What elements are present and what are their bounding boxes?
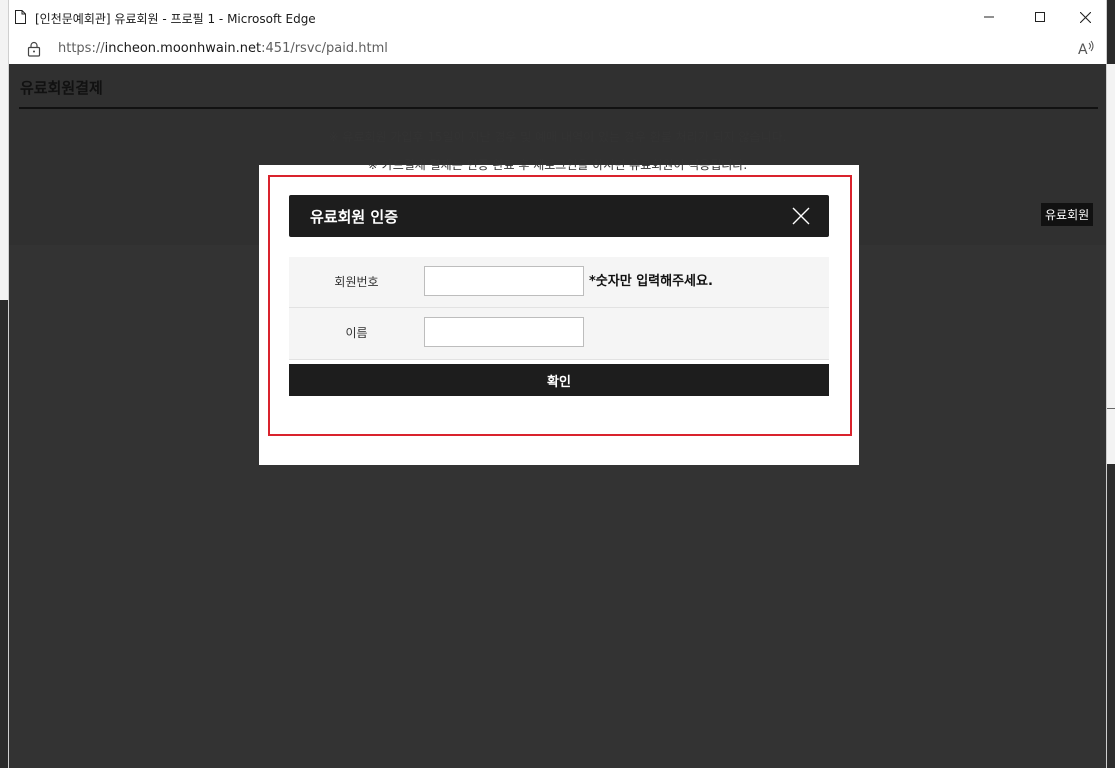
svg-text:A: A xyxy=(1078,42,1088,56)
minimize-button[interactable] xyxy=(966,0,1012,34)
url-host: incheon.moonhwain.net xyxy=(104,41,262,56)
window-title: [인천문예회관] 유료회원 - 프로필 1 - Microsoft Edge xyxy=(35,12,316,26)
close-icon xyxy=(1079,11,1091,23)
refund-notice: ※ 유료회원 가입후 15일이 지난 경우 및 예매 내역이 있는 경우 환불 … xyxy=(328,130,787,144)
modal-title: 유료회원 인증 xyxy=(310,208,399,226)
title-bar: [인천문예회관] 유료회원 - 프로필 1 - Microsoft Edge xyxy=(9,0,1106,35)
page-icon xyxy=(15,10,26,24)
title-divider xyxy=(19,107,1098,109)
background-dark-region xyxy=(1107,464,1115,768)
divider xyxy=(1107,408,1115,409)
member-number-label: 회원번호 xyxy=(334,275,379,289)
background-window-edge xyxy=(1107,64,1115,768)
maximize-icon xyxy=(1035,12,1045,22)
url-prefix: https:// xyxy=(58,41,105,56)
name-label: 이름 xyxy=(345,326,368,340)
browser-window: [인천문예회관] 유료회원 - 프로필 1 - Microsoft Edge h… xyxy=(8,0,1107,768)
background-dark-region xyxy=(0,300,8,768)
maximize-button[interactable] xyxy=(1017,0,1063,34)
lock-icon[interactable] xyxy=(27,41,41,57)
close-icon[interactable] xyxy=(791,206,811,226)
url-field[interactable]: https://incheon.moonhwain.net:451/rsvc/p… xyxy=(58,41,388,56)
close-window-button[interactable] xyxy=(1062,0,1108,34)
page-title: 유료회원결제 xyxy=(20,79,103,97)
paid-member-button[interactable]: 유료회원 xyxy=(1041,203,1094,226)
address-bar: https://incheon.moonhwain.net:451/rsvc/p… xyxy=(9,34,1106,65)
member-number-row: 회원번호 *숫자만 입력해주세요. xyxy=(289,257,829,308)
confirm-button[interactable]: 확인 xyxy=(289,364,829,396)
card-payment-notice: ※ 카드결제 결제는 인증 완료 후 재로그인을 하시면 유료회원이 적용됩니다… xyxy=(367,158,748,172)
member-number-input[interactable] xyxy=(424,266,584,296)
read-aloud-icon[interactable]: A xyxy=(1078,40,1096,56)
background-left-edge xyxy=(0,0,8,768)
modal-header: 유료회원 인증 xyxy=(289,195,829,237)
minimize-icon xyxy=(984,16,994,18)
name-row: 이름 xyxy=(289,308,829,360)
paid-member-auth-modal: 유료회원 인증 회원번호 *숫자만 입력해주세요. 이름 확인 xyxy=(259,165,859,465)
url-path: :451/rsvc/paid.html xyxy=(261,41,388,56)
auth-form: 회원번호 *숫자만 입력해주세요. 이름 xyxy=(289,257,829,360)
name-input[interactable] xyxy=(424,317,584,347)
numbers-only-hint: *숫자만 입력해주세요. xyxy=(589,274,713,289)
